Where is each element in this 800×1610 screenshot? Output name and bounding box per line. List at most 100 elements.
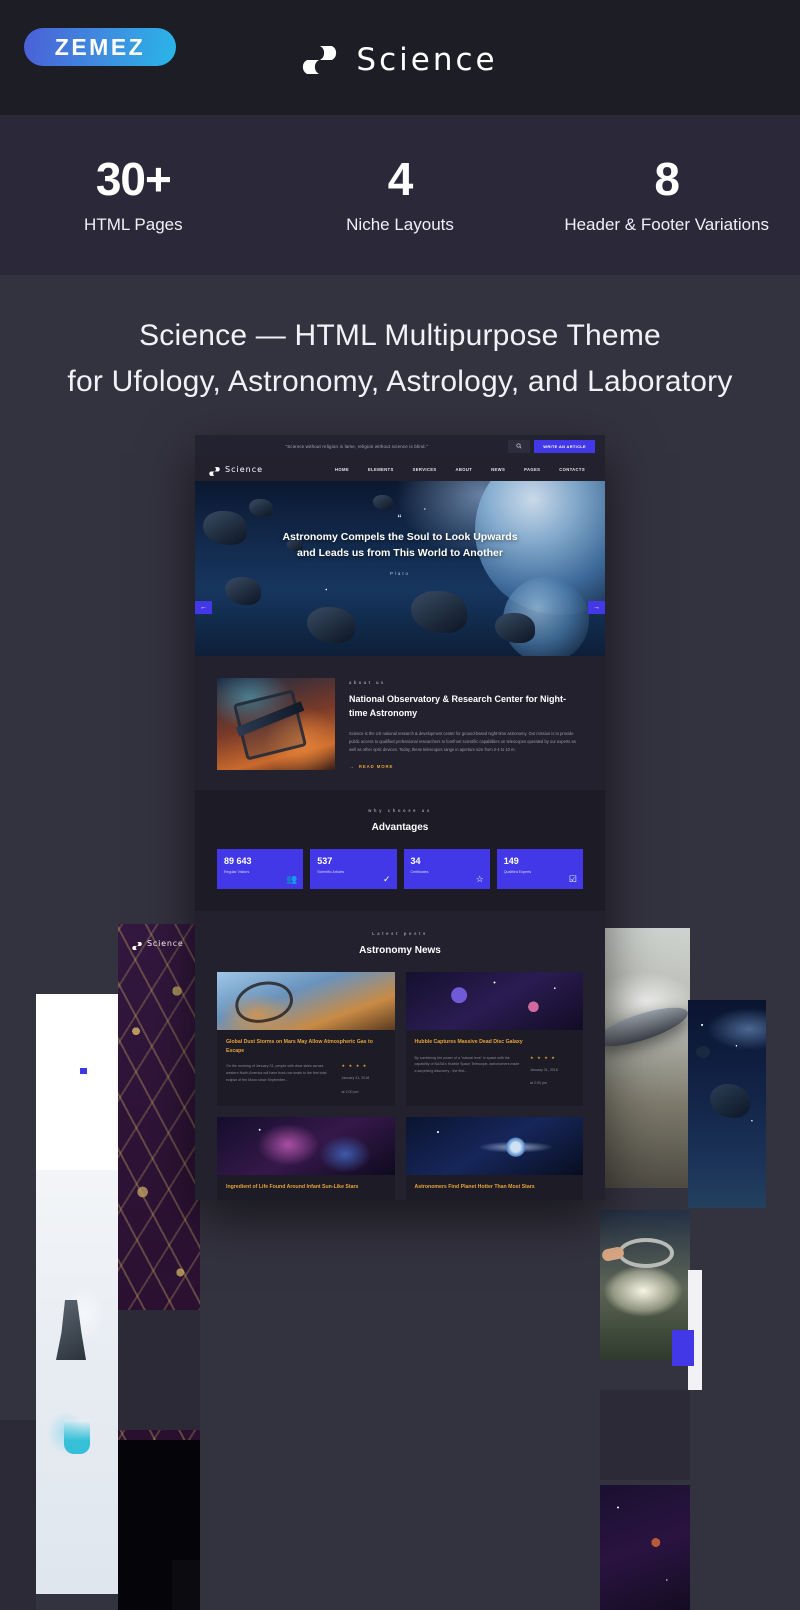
astrology-brand-lockup: Science — [132, 938, 184, 951]
news-card-title[interactable]: Astronomers Find Planet Hotter Than Most… — [415, 1183, 575, 1192]
background-thumb-accent-block — [672, 1330, 694, 1366]
stat-number: 30+ — [95, 152, 172, 205]
hero-title-line-2: and Leads us from This World to Another — [297, 546, 503, 559]
about-eyebrow: about us — [349, 680, 386, 685]
preview-navbar: Science HOME ELEMENTS SERVICES ABOUT NEW… — [195, 457, 605, 481]
counter-number: 149 — [503, 856, 519, 866]
hero-title-line-1: Astronomy Compels the Soul to Look Upwar… — [282, 531, 518, 543]
thumb-accent-dot — [80, 1068, 87, 1074]
hero-quote-mark: “ — [397, 513, 403, 523]
stat-item: 30+ HTML Pages — [0, 155, 267, 235]
advantages-counters: 89 643 Regular Visitors 👥 537 Scientific… — [217, 849, 583, 889]
hero-asteroid — [495, 613, 535, 643]
preview-nav-menu: HOME ELEMENTS SERVICES ABOUT NEWS PAGES … — [335, 467, 591, 472]
preview-brand-lockup[interactable]: Science — [209, 464, 264, 476]
news-card-text: On the morning of January 31, people wit… — [226, 1064, 327, 1082]
counter-number: 89 643 — [224, 856, 252, 866]
news-card-row: By combining the power of a "natural len… — [415, 1055, 575, 1088]
nav-item-services[interactable]: SERVICES — [413, 467, 437, 472]
news-card-title[interactable]: Ingredient of Life Found Around Infant S… — [226, 1183, 386, 1192]
news-card-text: By combining the power of a "natural len… — [414, 1055, 520, 1074]
hero-asteroid — [373, 495, 393, 510]
preview-topbar: "Science without religion is lame, relig… — [195, 435, 605, 457]
nav-item-news[interactable]: NEWS — [491, 467, 505, 472]
brand-lockup: Science — [0, 42, 800, 78]
rating-stars: ★ ★ ★ ★ — [530, 1054, 557, 1060]
news-card[interactable]: Global Dust Storms on Mars May Allow Atm… — [217, 972, 395, 1106]
background-thumb-galaxy — [600, 1485, 690, 1610]
nav-item-elements[interactable]: ELEMENTS — [368, 467, 394, 472]
news-card[interactable]: Astronomers Find Planet Hotter Than Most… — [405, 1116, 584, 1200]
news-card[interactable]: Hubble Captures Massive Dead Disc Galaxy… — [405, 972, 584, 1106]
nav-item-home[interactable]: HOME — [335, 467, 349, 472]
galaxy-planets-image — [405, 972, 583, 1030]
news-card-title[interactable]: Hubble Captures Massive Dead Disc Galaxy — [415, 1038, 575, 1047]
counter-number: 34 — [410, 856, 421, 866]
hero-asteroid — [411, 591, 467, 633]
ufo-sky-photo — [600, 928, 690, 1188]
rating-stars: ★ ★ ★ ★ — [341, 1063, 368, 1069]
counter-card: 89 643 Regular Visitors 👥 — [217, 849, 304, 889]
hero-title: Astronomy Compels the Soul to Look Upwar… — [195, 530, 605, 562]
background-thumb-lower-dark — [172, 1560, 200, 1610]
main-theme-preview: "Science without religion is lame, relig… — [195, 435, 605, 1200]
galaxy-photo — [600, 1485, 690, 1610]
stat-number: 4 — [387, 152, 414, 205]
advantages-title: Advantages — [371, 822, 429, 833]
search-icon[interactable] — [508, 439, 531, 453]
news-card-row: On the morning of January 31, people wit… — [226, 1063, 386, 1096]
brand-name: Science — [356, 42, 498, 78]
exoplanet-image — [405, 1116, 583, 1175]
asteroid-small-shape — [696, 1046, 710, 1058]
arrow-right-icon[interactable]: → — [588, 601, 605, 614]
background-thumb-side-panel — [600, 1390, 690, 1480]
about-text: Science is the US national research & de… — [349, 730, 576, 752]
advantages-eyebrow: why choose us — [368, 808, 432, 813]
about-content: about us National Observatory & Research… — [349, 678, 583, 770]
radio-telescope-image — [217, 972, 395, 1030]
laboratory-photo — [36, 1170, 118, 1594]
stat-number: 8 — [654, 152, 680, 205]
counter-label: Certificates — [410, 870, 429, 874]
topbar-quote: "Science without religion is lame, relig… — [285, 443, 428, 449]
hero-asteroid — [307, 607, 355, 643]
news-section: Latest posts Astronomy News Global Dust … — [195, 911, 605, 1200]
news-card-title[interactable]: Global Dust Storms on Mars May Allow Atm… — [226, 1038, 386, 1055]
flask-shape — [64, 1420, 90, 1454]
science-s-logo-icon — [132, 938, 143, 951]
nav-item-pages[interactable]: PAGES — [524, 467, 540, 472]
news-card-time: at 2:00 pm — [341, 1089, 359, 1094]
top-header: ZEMEZ Science — [0, 0, 800, 115]
about-section: about us National Observatory & Research… — [195, 656, 605, 790]
counter-card: 34 Certificates ☆ — [403, 849, 490, 889]
news-card-body: Astronomers Find Planet Hotter Than Most… — [406, 1175, 584, 1200]
preview-brand-name: Science — [225, 464, 264, 474]
news-title: Astronomy News — [359, 945, 441, 956]
science-s-logo-icon — [302, 43, 340, 77]
hero-slider: “ Astronomy Compels the Soul to Look Upw… — [195, 481, 605, 656]
write-article-button[interactable]: WRITE AN ARTICLE — [534, 439, 595, 453]
lab-vessel-shape — [618, 1238, 674, 1268]
check-pen-icon: ✓ — [382, 874, 391, 884]
read-more-label: READ MORE — [358, 764, 394, 770]
arrow-right-icon: → — [349, 763, 355, 770]
about-title: National Observatory & Research Center f… — [349, 694, 567, 718]
background-thumb-laboratory — [36, 1170, 118, 1594]
star-icon: ☆ — [475, 874, 484, 884]
read-more-button[interactable]: → READ MORE — [349, 764, 583, 770]
stat-label: HTML Pages — [84, 215, 183, 235]
showcase-stage: Science "Science without religion is lam… — [0, 410, 800, 1610]
news-card[interactable]: Ingredient of Life Found Around Infant S… — [217, 1116, 395, 1200]
news-card-body: Global Dust Storms on Mars May Allow Atm… — [217, 1030, 395, 1106]
news-card-body: Ingredient of Life Found Around Infant S… — [217, 1175, 395, 1200]
arrow-left-icon[interactable]: ← — [195, 601, 212, 614]
news-card-body: Hubble Captures Massive Dead Disc Galaxy… — [406, 1030, 584, 1097]
news-card-date: January 31, 2018 — [530, 1067, 558, 1072]
nav-item-about[interactable]: ABOUT — [456, 467, 473, 472]
counter-number: 537 — [317, 856, 333, 866]
counter-label: Qualified Experts — [503, 870, 532, 874]
users-icon: 👥 — [286, 874, 298, 884]
counter-card: 149 Qualified Experts ☑ — [496, 849, 583, 889]
news-grid: Global Dust Storms on Mars May Allow Atm… — [217, 972, 583, 1200]
nav-item-contacts[interactable]: CONTACTS — [559, 467, 585, 472]
